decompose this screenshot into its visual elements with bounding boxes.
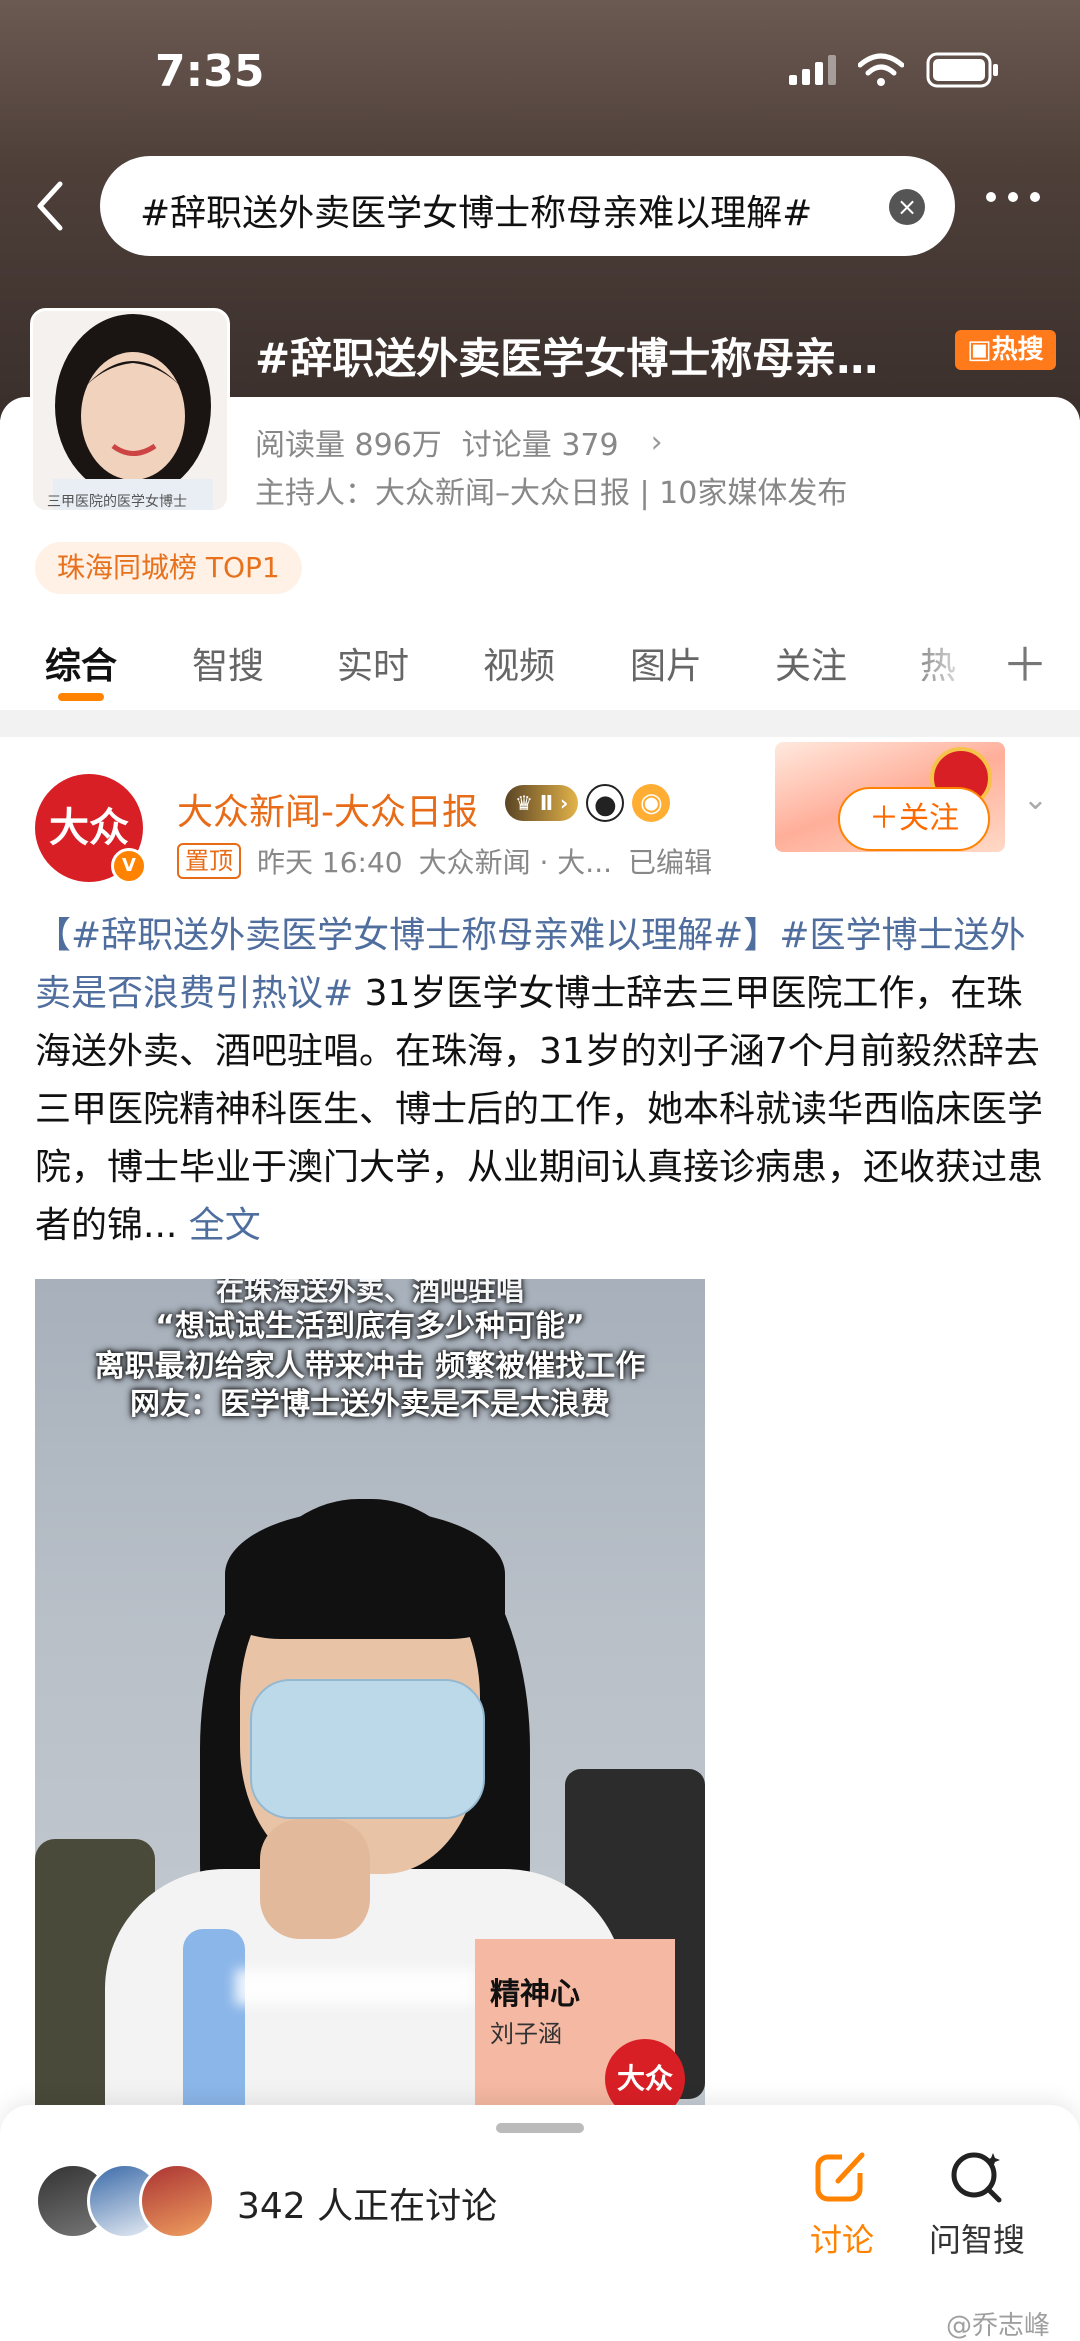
discuss-button[interactable]: 讨论 [782,2147,902,2261]
avatar [139,2163,215,2239]
tab-following[interactable]: 关注 [775,637,847,689]
hot-search-icon: ▣ [967,335,992,365]
panda-icon: ● [586,784,625,822]
pinned-tag: 置顶 [177,843,241,879]
fish-icon: ◉ [632,784,671,822]
drag-handle[interactable] [496,2123,584,2133]
chevron-down-icon[interactable]: ⌄ [1023,782,1048,817]
author-name[interactable]: 大众新闻-大众日报 [177,783,478,835]
ask-label: 问智搜 [928,2221,1025,2259]
tabs-fade [900,625,1010,705]
blurred-region [235,1969,475,2005]
discussion-count: 讨论量 379 [461,428,619,463]
active-tab-indicator [58,693,104,701]
user-watermark: @乔志峰 [945,2311,1050,2341]
wifi-icon [858,53,904,86]
weibo-post: 大众 V 大众新闻-大众日报 ♛ Ⅱ › ● ◉ 置顶 昨天 16:40 大众新… [0,737,1080,2341]
verified-badge-icon: V [111,848,147,884]
edit-icon [815,2151,868,2202]
more-options-icon[interactable] [986,192,1040,202]
topic-host: 主持人：大众新闻–大众日报 | 10家媒体发布 [255,476,848,511]
city-rank-tag[interactable]: 珠海同城榜 TOP1 [35,542,302,594]
search-query: #辞职送外卖医学女博士称母亲难以理解# [140,193,813,234]
smart-search-icon [951,2152,1002,2203]
edited-label: 已编辑 [628,846,713,879]
thumbnail-caption: 三甲医院的医学女博士 [47,494,187,510]
bangs-shape [225,1509,505,1639]
author-badges: ♛ Ⅱ › ● ◉ [505,784,671,822]
tab-images[interactable]: 图片 [630,637,702,689]
chevron-right-icon: › [650,424,663,460]
hot-search-badge: ▣热搜 [955,330,1056,370]
face-mask-shape [250,1679,485,1819]
participant-avatars [35,2163,215,2243]
topic-title: #辞职送外卖医学女博士称母亲难以理解# [255,334,920,383]
clear-search-icon[interactable]: × [889,189,925,225]
hand-shape [260,1819,370,1939]
topic-thumbnail[interactable]: 三甲医院的医学女博士 [30,308,230,513]
search-nav-bar: #辞职送外卖医学女博士称母亲难以理解# × [0,150,1080,260]
tab-video[interactable]: 视频 [483,637,555,689]
post-time: 昨天 16:40 [257,846,403,879]
tab-smart-search[interactable]: 智搜 [192,637,264,689]
name-card-name: 刘子涵 [490,2020,562,2048]
tab-comprehensive[interactable]: 综合 [45,637,117,689]
level-badge: ♛ Ⅱ › [505,785,579,821]
post-body: 【#辞职送外卖医学女博士称母亲难以理解#】#医学博士送外卖是否浪费引热议# 31… [35,907,1055,1255]
full-text-link[interactable]: 全文 [189,1205,261,1246]
topic-tabs: 综合 智搜 实时 视频 图片 关注 热 ＋ [0,625,1080,705]
video-caption: “想试试生活到底有多少种可能” [155,1309,585,1344]
video-caption: 网友：医学博士送外卖是不是太浪费 [130,1387,610,1422]
tab-realtime[interactable]: 实时 [337,637,409,689]
post-video-thumbnail[interactable]: 精神心 刘子涵 大众 在珠海送外卖、酒吧驻唱 “想试试生活到底有多少种可能” 离… [35,1279,705,2159]
follow-button[interactable]: ＋关注 [838,787,990,851]
hashtag-link[interactable]: 【#辞职送外卖医学女博士称母亲难以理解#】 [35,915,779,956]
name-card-title: 精神心 [490,1977,580,2012]
discuss-label: 讨论 [809,2221,874,2259]
read-count: 阅读量 896万 [255,428,442,463]
back-arrow-icon[interactable] [28,176,78,236]
status-icons [789,52,1000,88]
topic-stats[interactable]: 阅读量 896万 讨论量 379 › [255,420,663,464]
discussing-count: 342 人正在讨论 [237,2186,498,2227]
ask-smart-search-button[interactable]: 问智搜 [917,2147,1037,2261]
post-source: 大众新闻 · 大... [418,846,612,879]
status-time: 7:35 [155,46,265,97]
search-input[interactable]: #辞职送外卖医学女博士称母亲难以理解# × [100,156,955,256]
battery-icon [926,52,998,88]
add-tab-icon[interactable]: ＋ [1002,629,1048,695]
discussion-panel: 342 人正在讨论 讨论 问智搜 [0,2105,1080,2341]
status-bar: 7:35 [0,0,1080,140]
post-meta: 置顶 昨天 16:40 大众新闻 · 大... 已编辑 [177,841,712,881]
cellular-signal-icon [789,55,836,85]
